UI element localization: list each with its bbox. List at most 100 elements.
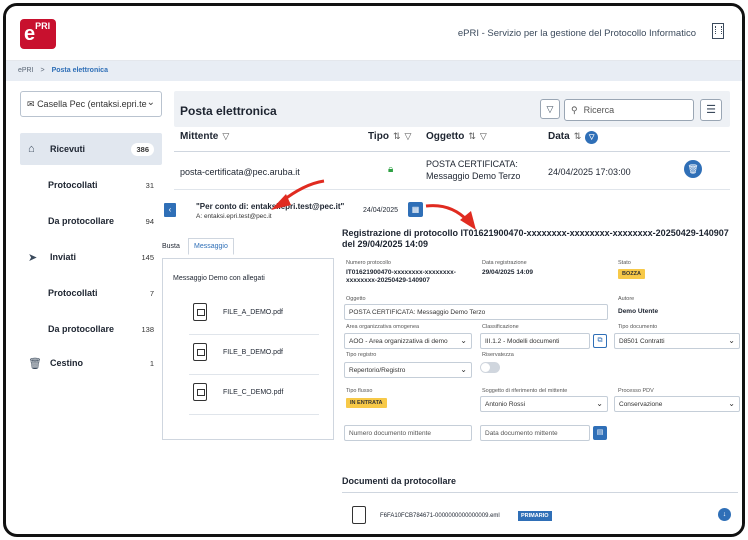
oggetto-field[interactable]: POSTA CERTIFICATA: Messaggio Demo Terzo [344, 304, 608, 320]
per-conto-di: "Per conto di: entaksi.epri.test@pec.it" [196, 202, 345, 211]
sidebar-item-inviati-protocollati[interactable]: Protocollati 7 [20, 277, 162, 309]
breadcrumb-separator: > [40, 67, 45, 74]
file-icon [193, 343, 207, 361]
tipo-registro-select[interactable]: Repertorio/Registro ⌄ [344, 362, 472, 378]
page-header: Posta elettronica ▽ ⚲ Ricerca ☰ [174, 91, 730, 127]
search-placeholder: Ricerca [583, 105, 615, 115]
tipo-flusso-label: Tipo flusso [346, 388, 373, 394]
divider [342, 492, 738, 493]
classificazione-label: Classificazione [482, 324, 519, 330]
tab-messaggio[interactable]: Messaggio [188, 238, 234, 255]
sidebar-item-inviati[interactable]: ➤ Inviati 145 [20, 241, 162, 273]
message-panel: Messaggio Demo con allegati FILE_A_DEMO.… [162, 258, 334, 440]
count-badge: 94 [145, 216, 154, 226]
sidebar-item-label: Da protocollare [48, 216, 115, 226]
column-data[interactable]: Data ⇅ ▽ [548, 131, 599, 144]
autore-label: Autore [618, 296, 635, 302]
sidebar-item-ricevuti[interactable]: ⌂ Ricevuti 386 [20, 133, 162, 165]
file-icon [352, 506, 366, 524]
lock-icon: 🔒︎ [388, 164, 394, 175]
registration-title: Registrazione di protocollo IT0162190047… [342, 228, 729, 249]
grid-icon: ▦ [411, 205, 420, 214]
filter-icon[interactable]: ▽ [222, 131, 229, 141]
download-icon[interactable]: ↓ [718, 508, 731, 521]
document-filename[interactable]: F6FA10FCB784671-0000000000000009.eml [380, 513, 500, 519]
sort-asc-icon[interactable]: ⇅ [574, 131, 582, 141]
filter-active-icon[interactable]: ▽ [585, 131, 599, 144]
mailbox-select[interactable]: ✉ Casella Pec (entaksi.epri.te ⌄ [20, 91, 162, 117]
detail-panel: ‹ "Per conto di: entaksi.epri.test@pec.i… [158, 196, 742, 534]
data-documento-mittente-input[interactable]: Data documento mittente [480, 425, 590, 441]
attachment-item[interactable]: FILE_A_DEMO.pdf [189, 297, 319, 335]
filter-icon[interactable]: ▽ [404, 131, 411, 141]
cell-mittente: posta-certificata@pec.aruba.it [180, 167, 300, 177]
processo-pdv-select[interactable]: Conservazione ⌄ [614, 396, 740, 412]
building-icon[interactable] [712, 23, 724, 39]
filter-button[interactable]: ▽ [540, 99, 560, 119]
column-tipo[interactable]: Tipo ⇅ ▽ [368, 131, 411, 142]
calendar-button[interactable]: ▤ [593, 426, 607, 440]
breadcrumb-current: Posta elettronica [51, 67, 108, 74]
column-label: Data [548, 131, 570, 142]
tipo-registro-label: Tipo registro [346, 352, 377, 358]
cell-oggetto-line2: Messaggio Demo Terzo [426, 171, 521, 181]
file-icon [193, 383, 207, 401]
stato-label: Stato [618, 260, 631, 266]
numero-label: Numero protocollo [346, 260, 391, 266]
tipo-documento-value: D8501 Contratti [619, 338, 665, 345]
sidebar-item-inviati-da-protocollare[interactable]: Da protocollare 138 [20, 313, 162, 345]
documents-title: Documenti da protocollare [342, 476, 457, 486]
send-icon: ➤ [28, 251, 38, 264]
app-window: ePRI ePRI - Servizio per la gestione del… [3, 3, 745, 537]
aoo-label: Area organizzativa omogenea [346, 324, 420, 330]
numero-value: IT01621900470-xxxxxxxx-xxxxxxxx-xxxxxxxx… [346, 269, 456, 284]
menu-button[interactable]: ☰ [700, 99, 722, 121]
sidebar-item-label: Cestino [50, 358, 84, 368]
soggetto-select[interactable]: Antonio Rossi ⌄ [480, 396, 608, 412]
divider [189, 334, 319, 335]
attachment-item[interactable]: FILE_C_DEMO.pdf [189, 377, 319, 415]
numero-documento-mittente-input[interactable]: Numero documento mittente [344, 425, 472, 441]
sidebar-item-cestino[interactable]: 🗑 Cestino 1 [20, 347, 162, 379]
column-label: Mittente [180, 131, 219, 142]
count-badge: 138 [141, 324, 154, 334]
breadcrumb-root[interactable]: ePRI [18, 67, 34, 74]
sort-icon[interactable]: ⇅ [468, 131, 476, 141]
divider [189, 374, 319, 375]
attachment-item[interactable]: FILE_B_DEMO.pdf [189, 337, 319, 375]
tipo-documento-select[interactable]: D8501 Contratti ⌄ [614, 333, 740, 349]
chevron-down-icon: ⌄ [146, 97, 155, 108]
inbox-icon: ⌂ [28, 143, 35, 155]
sort-icon[interactable]: ⇅ [393, 131, 401, 141]
cell-oggetto-line1: POSTA CERTIFICATA: [426, 159, 518, 169]
chevron-left-icon: ‹ [168, 205, 172, 214]
sidebar-item-label: Inviati [50, 252, 77, 262]
open-classification-button[interactable]: ⧉ [593, 334, 607, 348]
calendar-icon: ▤ [596, 429, 604, 436]
back-button[interactable]: ‹ [164, 203, 176, 217]
column-mittente[interactable]: Mittente ▽ [180, 131, 229, 142]
sidebar-item-label: Protocollati [48, 180, 98, 190]
aoo-select[interactable]: AOO - Area organizzativa di demo ⌄ [344, 333, 472, 349]
table-row[interactable]: posta-certificata@pec.aruba.it 🔒︎ POSTA … [174, 152, 730, 190]
tab-busta[interactable]: Busta [162, 243, 180, 250]
column-oggetto[interactable]: Oggetto ⇅ ▽ [426, 131, 487, 142]
riservatezza-toggle[interactable] [480, 362, 500, 373]
search-input[interactable]: ⚲ Ricerca [564, 99, 694, 121]
grid-view-button[interactable]: ▦ [408, 202, 423, 217]
epri-logo[interactable]: ePRI [20, 19, 56, 49]
processo-pdv-value: Conservazione [619, 401, 663, 408]
count-badge: 7 [149, 288, 154, 298]
delete-icon[interactable]: 🗑 [684, 160, 702, 178]
sidebar-item-ricevuti-protocollati[interactable]: Protocollati 31 [20, 169, 162, 201]
app-title: ePRI - Servizio per la gestione del Prot… [457, 28, 696, 39]
filter-icon[interactable]: ▽ [480, 131, 487, 141]
status-badge: BOZZA [618, 269, 645, 279]
trash-icon: 🗑 [28, 357, 42, 370]
sidebar-item-ricevuti-da-protocollare[interactable]: Da protocollare 94 [20, 205, 162, 237]
attachment-name: FILE_A_DEMO.pdf [223, 309, 283, 316]
classificazione-field[interactable]: III.1.2 - Modelli documenti [480, 333, 590, 349]
file-icon [193, 303, 207, 321]
soggetto-value: Antonio Rossi [485, 401, 526, 408]
message-title: Messaggio Demo con allegati [173, 275, 265, 282]
